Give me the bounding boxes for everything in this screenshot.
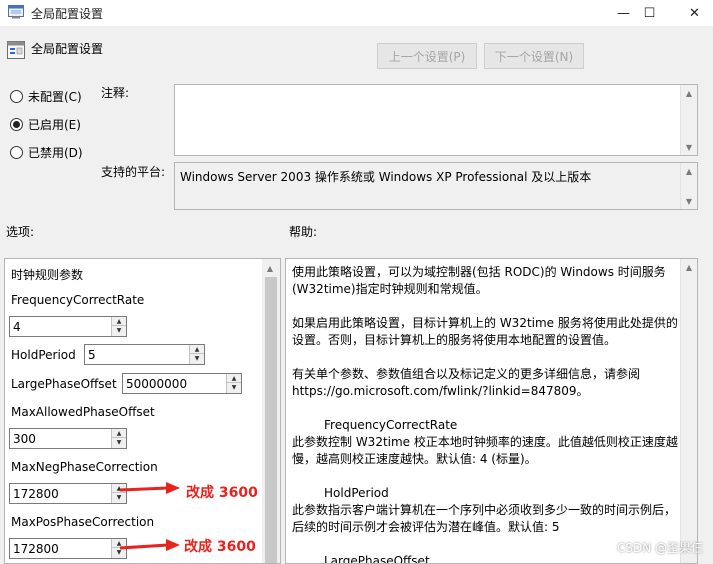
window-title: 全局配置设置 [31,7,104,21]
app-window-icon [8,5,24,19]
maximize-button[interactable]: ☐ [627,0,672,26]
spin-up-icon[interactable]: ▲ [227,374,241,383]
radio-not-configured-label: 未配置(C) [28,89,82,104]
options-scroll-thumb[interactable] [265,277,277,563]
field-label-largephaseoffset: LargePhaseOffset [11,377,117,391]
spin-up-icon[interactable]: ▲ [112,317,126,326]
platform-field: Windows Server 2003 操作系统或 Windows XP Pro… [174,162,698,210]
annotation-arrow-icon [119,482,180,494]
next-setting-button[interactable]: 下一个设置(N) [484,43,584,69]
comment-textarea[interactable]: ▲ ▼ [174,84,698,156]
help-entry-desc: 此参数指示客户端计算机在一个序列中必须收到多少一致的时间示例后，后续的时间示例才… [292,503,677,534]
spin-down-icon[interactable]: ▼ [190,354,204,363]
title-bar: 全局配置设置 — ☐ ✕ [0,0,713,26]
maxallowedphaseoffset-input[interactable]: 300 ▲ ▼ [9,428,127,449]
scroll-up-icon[interactable]: ▲ [262,260,278,276]
help-entry: FrequencyCorrectRate 此参数控制 W32time 校正本地时… [292,417,678,468]
radio-not-configured-dot[interactable] [10,89,23,103]
field-label-maxnegphasecorrection: MaxNegPhaseCorrection [11,460,158,474]
scroll-up-icon[interactable]: ▲ [681,163,697,179]
close-button[interactable]: ✕ [672,0,713,26]
spin-value: 5 [88,348,96,362]
help-text: 使用此策略设置，可以为域控制器(包括 RODC)的 Windows 时间服务 (… [292,264,678,563]
help-paragraph: 有关单个参数、参数值组合以及标记定义的更多详细信息，请参阅 https://go… [292,367,641,398]
radio-disabled-label: 已禁用(D) [28,145,83,160]
spin-value: 50000000 [126,377,188,391]
annotation-arrow-icon [119,539,180,551]
help-entry-title: HoldPeriod [324,486,389,500]
radio-enabled-label: 已启用(E) [28,117,81,132]
help-paragraph: 如果启用此策略设置，目标计算机上的 W32time 服务将使用此处提供的设置。否… [292,316,678,347]
policy-settings-icon [7,41,25,59]
radio-disabled[interactable]: 已禁用(D) [10,143,120,161]
options-section-title: 时钟规则参数 [11,268,84,282]
options-scrollbar[interactable]: ▲ [262,259,280,563]
platform-label: 支持的平台: [101,165,166,179]
spin-buttons[interactable]: ▲ ▼ [189,345,204,364]
help-entry: HoldPeriod 此参数指示客户端计算机在一个序列中必须收到多少一致的时间示… [292,485,678,536]
spin-buttons[interactable]: ▲ ▼ [111,317,126,336]
field-label-maxallowedphaseoffset: MaxAllowedPhaseOffset [11,405,155,419]
help-entry-desc: 此参数控制 W32time 校正本地时钟频率的速度。此值越低则校正速度越慢，越高… [292,435,678,466]
spin-value: 300 [13,432,36,446]
maxnegphasecorrection-input[interactable]: 172800 ▲ ▼ [9,483,127,504]
platform-value: Windows Server 2003 操作系统或 Windows XP Pro… [180,170,592,184]
policy-title: 全局配置设置 [31,42,104,56]
radio-enabled-dot[interactable] [10,117,23,131]
comment-scrollbar[interactable]: ▲ ▼ [680,85,697,155]
maxposphasecorrection-input[interactable]: 172800 ▲ ▼ [9,538,127,559]
options-panel: 时钟规则参数 FrequencyCorrectRate 4 ▲ ▼ HoldPe… [4,258,281,564]
scroll-up-icon[interactable]: ▲ [681,85,697,101]
spin-value: 172800 [13,487,59,501]
annotation-text: 改成 3600 [186,485,258,501]
scroll-down-icon[interactable]: ▼ [681,193,697,209]
spin-down-icon[interactable]: ▼ [112,326,126,335]
scroll-up-icon[interactable]: ▲ [681,259,697,275]
largephaseoffset-input[interactable]: 50000000 ▲ ▼ [122,373,242,394]
comment-label: 注释: [101,86,130,100]
field-label-holdperiod: HoldPeriod [11,348,76,362]
annotation-text: 改成 3600 [184,539,256,555]
previous-setting-button[interactable]: 上一个设置(P) [377,43,477,69]
help-scrollbar[interactable]: ▲ [680,259,697,563]
scroll-down-icon[interactable]: ▼ [681,139,697,155]
platform-scrollbar[interactable]: ▲ ▼ [680,163,697,209]
help-panel: 使用此策略设置，可以为域控制器(包括 RODC)的 Windows 时间服务 (… [285,258,698,564]
spin-buttons[interactable]: ▲ ▼ [111,429,126,448]
frequencycorrectrate-input[interactable]: 4 ▲ ▼ [9,316,127,337]
help-paragraph: 使用此策略设置，可以为域控制器(包括 RODC)的 Windows 时间服务 (… [292,265,666,296]
options-label: 选项: [6,225,35,239]
field-label-frequencycorrectrate: FrequencyCorrectRate [11,293,145,307]
holdperiod-input[interactable]: 5 ▲ ▼ [84,344,205,365]
help-label: 帮助: [289,225,318,239]
radio-disabled-dot[interactable] [10,145,23,159]
help-entry-title: FrequencyCorrectRate [324,418,458,432]
radio-enabled[interactable]: 已启用(E) [10,115,120,133]
spin-value: 172800 [13,542,59,556]
spin-down-icon[interactable]: ▼ [227,383,241,392]
spin-up-icon[interactable]: ▲ [112,429,126,438]
spin-buttons[interactable]: ▲ ▼ [226,374,241,393]
spin-value: 4 [13,320,21,334]
watermark: CSDN @歪果仨 [616,541,703,555]
field-label-maxposphasecorrection: MaxPosPhaseCorrection [11,515,155,529]
spin-up-icon[interactable]: ▲ [190,345,204,354]
spin-down-icon[interactable]: ▼ [112,438,126,447]
